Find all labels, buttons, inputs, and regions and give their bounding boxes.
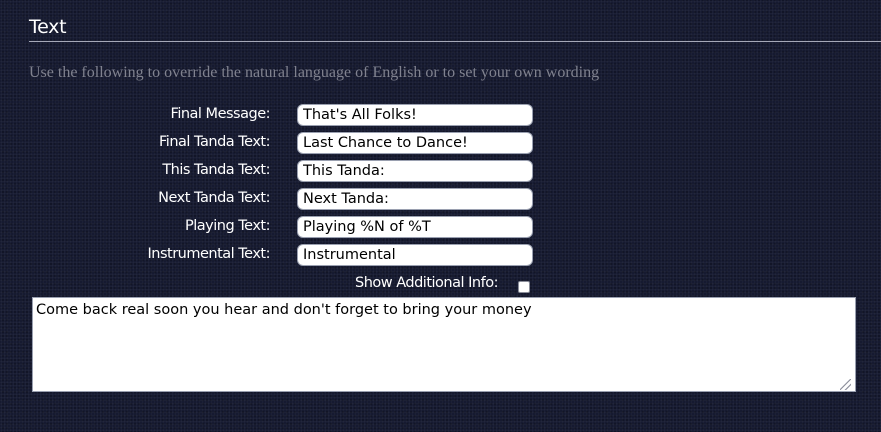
final-message-input[interactable] bbox=[297, 104, 533, 126]
playing-text-label: Playing Text: bbox=[185, 218, 270, 234]
show-additional-info-label: Show Additional Info: bbox=[355, 275, 498, 291]
playing-text-row: Playing Text: bbox=[0, 216, 540, 240]
final-message-label: Final Message: bbox=[170, 106, 271, 122]
playing-text-input[interactable] bbox=[297, 216, 533, 238]
title-divider bbox=[29, 41, 881, 42]
resize-grip-icon[interactable] bbox=[840, 379, 851, 390]
message-textarea[interactable]: Come back real soon you hear and don't f… bbox=[32, 297, 856, 392]
final-tanda-text-input[interactable] bbox=[297, 132, 533, 154]
this-tanda-text-row: This Tanda Text: bbox=[0, 160, 540, 184]
show-additional-info-checkbox[interactable] bbox=[518, 281, 530, 293]
this-tanda-text-label: This Tanda Text: bbox=[162, 162, 270, 178]
instrumental-text-input[interactable] bbox=[297, 244, 533, 266]
section-description: Use the following to override the natura… bbox=[29, 64, 600, 81]
this-tanda-text-input[interactable] bbox=[297, 160, 533, 182]
next-tanda-text-label: Next Tanda Text: bbox=[158, 190, 270, 206]
final-tanda-text-row: Final Tanda Text: bbox=[0, 132, 540, 156]
final-message-row: Final Message: bbox=[0, 104, 540, 128]
next-tanda-text-input[interactable] bbox=[297, 188, 533, 210]
instrumental-text-label: Instrumental Text: bbox=[147, 246, 270, 262]
final-tanda-text-label: Final Tanda Text: bbox=[159, 134, 270, 150]
next-tanda-text-row: Next Tanda Text: bbox=[0, 188, 540, 212]
section-title: Text bbox=[29, 16, 67, 38]
instrumental-text-row: Instrumental Text: bbox=[0, 244, 540, 268]
